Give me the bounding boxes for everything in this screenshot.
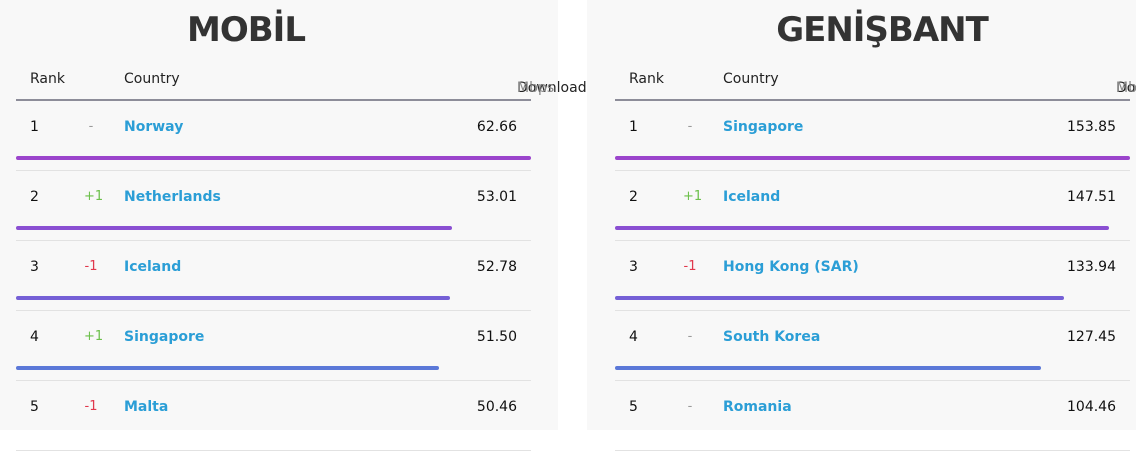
rank-header: Rank [629, 71, 664, 87]
rank-value: 2 [629, 189, 638, 205]
rank-change: - [88, 119, 94, 134]
unit-label: Mbps [1116, 80, 1136, 96]
table-body: 1 - Norway 62.66 2 +1 Netherlands 53.01 3 -1 Icela… [16, 101, 531, 451]
table-row: 2 +1 Netherlands 53.01 [16, 171, 531, 241]
table-row: 3 -1 Hong Kong (SAR) 133.94 [615, 241, 1130, 311]
download-value: 127.45 [1067, 329, 1116, 345]
mobile-panel: MOBİL Rank Country Download Mbps 1 - Norwa… [0, 0, 587, 451]
country-link[interactable]: Singapore [723, 119, 803, 135]
country-header: Country [124, 71, 180, 87]
broadband-ranking-table: Rank Country Download Mbps 1 - Singapore 15… [615, 62, 1136, 451]
rank-value: 4 [629, 329, 638, 345]
table-row: 5 -1 Malta 50.46 [16, 381, 531, 451]
speed-bar [615, 156, 1130, 160]
table-row: 1 - Singapore 153.85 [615, 101, 1130, 171]
rank-value: 4 [30, 329, 39, 345]
country-link[interactable]: Malta [124, 399, 168, 415]
speed-bar [615, 226, 1109, 230]
rank-change: - [687, 119, 693, 134]
unit-label: Mbps [517, 80, 555, 96]
download-value: 52.78 [476, 259, 517, 275]
country-link[interactable]: Hong Kong (SAR) [723, 259, 859, 275]
rank-header: Rank [30, 71, 65, 87]
speed-bar [16, 296, 450, 300]
speed-bar [615, 296, 1064, 300]
country-link[interactable]: Iceland [723, 189, 780, 205]
table-row: 5 - Romania 104.46 [615, 381, 1130, 451]
table-body: 1 - Singapore 153.85 2 +1 Iceland 147.51 3 -1 Hong… [615, 101, 1130, 451]
rank-value: 2 [30, 189, 39, 205]
speed-bar [16, 156, 531, 160]
table-row: 3 -1 Iceland 52.78 [16, 241, 531, 311]
download-value: 104.46 [1067, 399, 1116, 415]
download-value: 51.50 [476, 329, 517, 345]
rank-change: -1 [683, 259, 697, 274]
speed-bar [615, 366, 1042, 370]
country-header: Country [723, 71, 779, 87]
country-link[interactable]: Iceland [124, 259, 181, 275]
table-row: 1 - Norway 62.66 [16, 101, 531, 171]
mobile-title: MOBİL [187, 10, 306, 50]
country-link[interactable]: Norway [124, 119, 183, 135]
table-row: 4 +1 Singapore 51.50 [16, 311, 531, 381]
rank-value: 5 [629, 399, 638, 415]
table-header: Rank Country Download Mbps [615, 62, 1136, 101]
table-header: Rank Country Download Mbps [16, 62, 587, 101]
country-link[interactable]: South Korea [723, 329, 820, 345]
download-value: 53.01 [476, 189, 517, 205]
rank-value: 1 [30, 119, 39, 135]
country-link[interactable]: Romania [723, 399, 792, 415]
download-value: 153.85 [1067, 119, 1116, 135]
rank-change: +1 [84, 329, 104, 344]
broadband-panel: GENİŞBANT Rank Country Download Mbps 1 - S… [587, 0, 1136, 451]
country-link[interactable]: Netherlands [124, 189, 221, 205]
rank-value: 3 [30, 259, 39, 275]
rank-change: - [687, 329, 693, 344]
rank-change: +1 [84, 189, 104, 204]
table-row: 2 +1 Iceland 147.51 [615, 171, 1130, 241]
country-link[interactable]: Singapore [124, 329, 204, 345]
download-value: 147.51 [1067, 189, 1116, 205]
table-row: 4 - South Korea 127.45 [615, 311, 1130, 381]
broadband-title: GENİŞBANT [776, 10, 989, 50]
rank-change: - [687, 399, 693, 414]
rank-value: 3 [629, 259, 638, 275]
rank-value: 5 [30, 399, 39, 415]
download-value: 62.66 [476, 119, 517, 135]
speed-bar [16, 366, 440, 370]
download-value: 50.46 [476, 399, 517, 415]
rank-change: -1 [84, 399, 98, 414]
mobile-ranking-table: Rank Country Download Mbps 1 - Norway 62.66… [16, 62, 587, 451]
download-value: 133.94 [1067, 259, 1116, 275]
speed-bar [16, 226, 452, 230]
rank-value: 1 [629, 119, 638, 135]
rank-change: +1 [683, 189, 703, 204]
rank-change: -1 [84, 259, 98, 274]
